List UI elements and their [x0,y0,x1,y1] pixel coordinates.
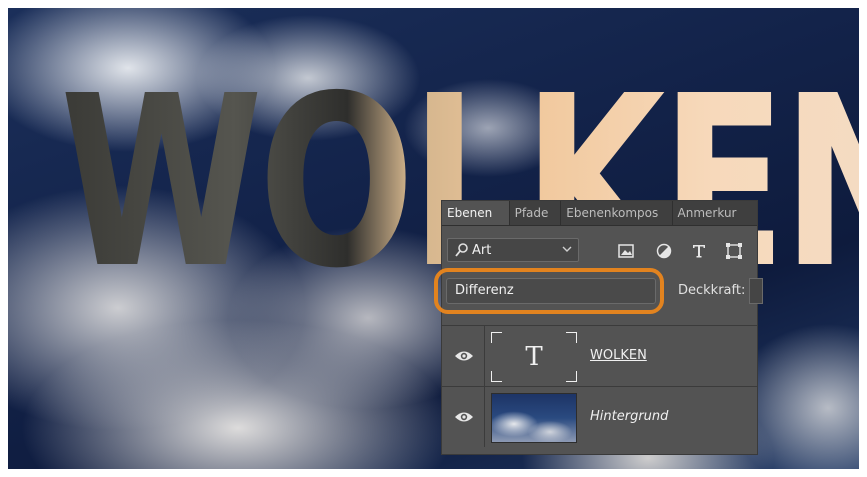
tab-anmerkungen[interactable]: Anmerkur [673,201,757,225]
layer-row-hintergrund[interactable]: Hintergrund [442,386,757,447]
chevron-down-icon [562,242,572,259]
type-filter-icon[interactable] [690,242,708,260]
layer-divider [484,387,485,447]
image-filter-icon[interactable] [617,242,635,260]
image-layer-thumbnail[interactable] [491,393,577,443]
layer-row-wolken[interactable]: T WOLKEN [442,325,757,386]
blend-opacity-row: Differenz Deckkraft: [434,268,763,314]
blend-mode-select[interactable]: Differenz [446,278,656,304]
layer-divider [484,326,485,386]
opacity-label: Deckkraft: [678,283,746,298]
layer-filter-row: Art [442,234,757,270]
tab-pfade[interactable]: Pfade [510,201,562,225]
magnifier-icon [454,242,470,258]
adjustment-filter-icon[interactable] [655,242,673,260]
tab-ebenenkompositionen[interactable]: Ebenenkompos [561,201,673,225]
tab-ebenen[interactable]: Ebenen [442,201,510,225]
shape-filter-icon[interactable] [725,242,743,260]
layer-name[interactable]: Hintergrund [590,409,668,424]
eye-icon[interactable] [454,346,474,366]
layer-name[interactable]: WOLKEN [590,348,647,363]
eye-icon[interactable] [454,407,474,427]
text-layer-thumbnail[interactable]: T [491,332,577,382]
panel-tab-bar: Ebenen Pfade Ebenenkompos Anmerkur [442,201,757,226]
type-layer-icon: T [525,342,543,372]
filter-kind-label: Art [472,242,492,258]
filter-kind-select[interactable]: Art [447,238,579,262]
opacity-input[interactable] [749,278,763,304]
layers-panel: Ebenen Pfade Ebenenkompos Anmerkur Art D [434,200,763,455]
